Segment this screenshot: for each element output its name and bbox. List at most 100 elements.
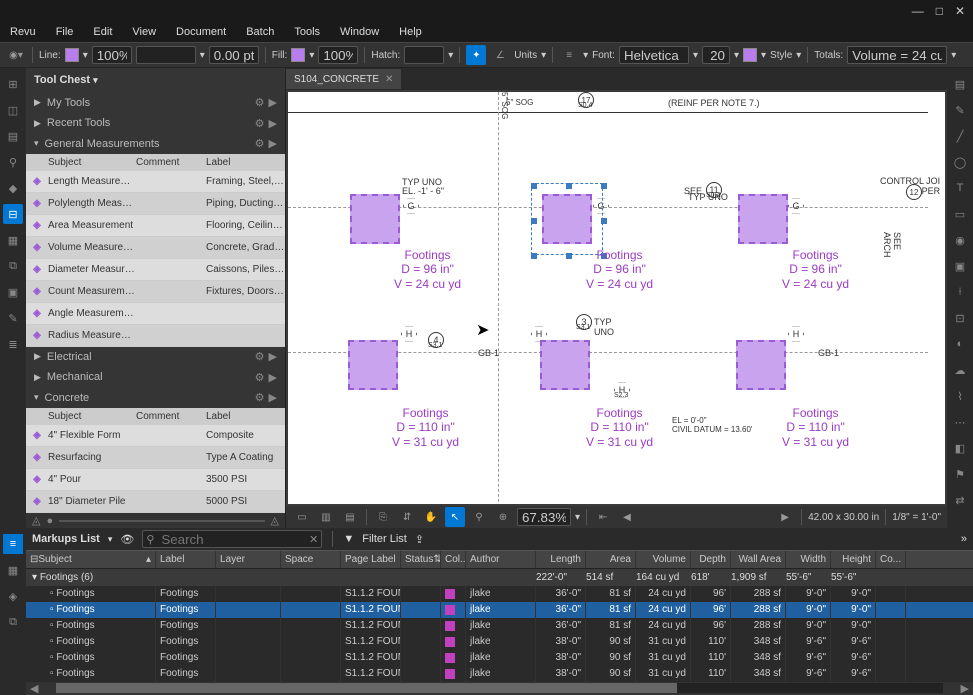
stamp-icon[interactable]: ◉	[950, 230, 970, 250]
polyline-icon[interactable]: ⌇	[950, 386, 970, 406]
autosize-icon[interactable]: ✦	[466, 45, 486, 65]
markup-row[interactable]: ▫ FootingsFootingsS1.1.2 FOUN...jlake36'…	[26, 602, 973, 618]
triangle-left-icon[interactable]: ◬	[32, 514, 40, 527]
col-comments[interactable]: Co...	[876, 551, 906, 568]
measurements-icon[interactable]: ▦	[3, 560, 23, 580]
gear-icon[interactable]: ⚙	[255, 137, 265, 150]
menu-tools[interactable]: Tools	[294, 26, 320, 38]
overflow-icon[interactable]: »	[961, 533, 967, 545]
zoom-input[interactable]	[517, 508, 571, 526]
select-icon[interactable]: ↖	[445, 507, 465, 527]
next-page-icon[interactable]: ▶	[775, 507, 795, 527]
hatch-select[interactable]	[404, 46, 444, 64]
menu-revu[interactable]: Revu	[10, 26, 36, 38]
drawing-canvas[interactable]: (REINF PER NOTE 7.) TYP UNO EL. -1' - 6"…	[288, 92, 945, 504]
zoom-extents-icon[interactable]: ⊕	[493, 507, 513, 527]
line-opacity-input[interactable]	[92, 46, 132, 64]
col-wallarea[interactable]: Wall Area	[731, 551, 786, 568]
col-depth[interactable]: Depth	[691, 551, 731, 568]
split-none-icon[interactable]: ▭	[292, 507, 312, 527]
pen-tool-icon[interactable]: ✎	[950, 100, 970, 120]
text-tool-icon[interactable]: T	[950, 178, 970, 198]
count-icon[interactable]: ⊡	[950, 308, 970, 328]
tool-row[interactable]: ◈Length MeasurementFraming, Steel, Grid …	[26, 171, 285, 193]
clear-search-icon[interactable]: ✕	[309, 533, 318, 546]
hide-markups-icon[interactable]: 👁	[120, 533, 134, 546]
note-tool-icon[interactable]: ▭	[950, 204, 970, 224]
shapes-icon[interactable]: ◯	[950, 152, 970, 172]
arrow-right-icon[interactable]: ▶	[269, 371, 277, 384]
arrow-right-icon[interactable]: ▶	[269, 350, 277, 363]
arrow-right-icon[interactable]: ▶	[269, 117, 277, 130]
search-panel-icon[interactable]: ⚲	[3, 152, 23, 172]
section-recent-tools[interactable]: ▶ Recent Tools ⚙ ▶	[26, 113, 285, 134]
menu-view[interactable]: View	[132, 26, 156, 38]
footing-markup[interactable]	[350, 194, 400, 244]
compare-icon[interactable]: ⇄	[950, 490, 970, 510]
col-author[interactable]: Author	[466, 551, 536, 568]
col-label[interactable]: Label	[156, 551, 216, 568]
pan-icon[interactable]: ✋	[421, 507, 441, 527]
menu-window[interactable]: Window	[340, 26, 379, 38]
search-input[interactable]	[142, 530, 322, 548]
tool-row[interactable]: ◈Radius Measurement	[26, 325, 285, 347]
markup-row[interactable]: ▫ FootingsFootingsS1.1.2 FOUN...jlake38'…	[26, 666, 973, 682]
markup-row[interactable]: ▫ FootingsFootingsS1.1.2 FOUN...jlake38'…	[26, 634, 973, 650]
menu-document[interactable]: Document	[176, 26, 226, 38]
tool-row[interactable]: ◈Volume MeasurementConcrete, Grading	[26, 237, 285, 259]
cloud-icon[interactable]: ☁	[950, 360, 970, 380]
horizontal-scrollbar[interactable]: ◀ ▶	[26, 682, 973, 695]
font-color-swatch[interactable]	[743, 48, 757, 62]
file-access-icon[interactable]: ▤	[3, 126, 23, 146]
menu-edit[interactable]: Edit	[93, 26, 112, 38]
more-tools-icon[interactable]: ⋯	[950, 412, 970, 432]
col-color[interactable]: Col...	[441, 551, 466, 568]
footing-markup[interactable]	[348, 340, 398, 390]
line-tool-icon[interactable]: ╱	[950, 126, 970, 146]
compare-panel-icon[interactable]: ⧉	[3, 612, 23, 632]
bookmarks-icon[interactable]: ◫	[3, 100, 23, 120]
footing-markup[interactable]	[736, 340, 786, 390]
gear-icon[interactable]: ⚙	[255, 350, 265, 363]
tool-row[interactable]: ◈Diameter MeasurementCaissons, Piles, Co…	[26, 259, 285, 281]
markups-group-footings[interactable]: ▾ Footings (6) 222'-0" 514 sf 164 cu yd …	[26, 569, 973, 586]
menu-file[interactable]: File	[56, 26, 74, 38]
col-height[interactable]: Height	[831, 551, 876, 568]
split-h-icon[interactable]: ▤	[340, 507, 360, 527]
footing-markup[interactable]	[738, 194, 788, 244]
align-icon[interactable]: ≡	[559, 45, 579, 65]
minimize-icon[interactable]: —	[912, 4, 924, 18]
links-icon[interactable]: ⧉	[3, 256, 23, 276]
markup-row[interactable]: ▫ FootingsFootingsS1.1.2 FOUN...jlake36'…	[26, 618, 973, 634]
image-icon[interactable]: ▣	[950, 256, 970, 276]
markup-row[interactable]: ▫ FootingsFootingsS1.1.2 FOUN...jlake36'…	[26, 586, 973, 602]
font-select[interactable]	[619, 46, 689, 64]
font-size-input[interactable]	[702, 46, 730, 64]
markups-list-icon[interactable]: ≡	[3, 534, 23, 554]
chevron-down-icon[interactable]: ▾	[93, 75, 98, 86]
fill-opacity-input[interactable]	[318, 46, 358, 64]
close-icon[interactable]: ✕	[955, 4, 965, 18]
split-v-icon[interactable]: ▥	[316, 507, 336, 527]
col-volume[interactable]: Volume	[636, 551, 691, 568]
menu-batch[interactable]: Batch	[246, 26, 274, 38]
thumbnails-icon[interactable]: ⊞	[3, 74, 23, 94]
measure-icon[interactable]: ⟊	[950, 282, 970, 302]
col-area[interactable]: Area	[586, 551, 636, 568]
filter-label[interactable]: Filter List	[362, 533, 407, 545]
col-layer[interactable]: Layer	[216, 551, 281, 568]
maximize-icon[interactable]: □	[936, 4, 943, 18]
section-concrete[interactable]: ▾ Concrete ⚙ ▶	[26, 388, 285, 409]
units-label[interactable]: Units	[514, 50, 537, 61]
tool-row[interactable]: ◈Angle Measurement	[26, 303, 285, 325]
col-width[interactable]: Width	[786, 551, 831, 568]
col-pagelabel[interactable]: Page Label	[341, 551, 401, 568]
triangle-right-icon[interactable]: ◬	[271, 514, 279, 527]
properties-icon[interactable]: ▤	[950, 74, 970, 94]
close-tab-icon[interactable]: ✕	[385, 74, 393, 85]
3d-icon[interactable]: ◈	[3, 586, 23, 606]
tool-row[interactable]: ◈Area MeasurementFlooring, Ceiling, Glaz…	[26, 215, 285, 237]
gear-icon[interactable]: ⚙	[255, 96, 265, 109]
chevron-down-icon[interactable]: ▾	[108, 534, 113, 545]
tab-s104-concrete[interactable]: S104_CONCRETE ✕	[286, 69, 401, 89]
